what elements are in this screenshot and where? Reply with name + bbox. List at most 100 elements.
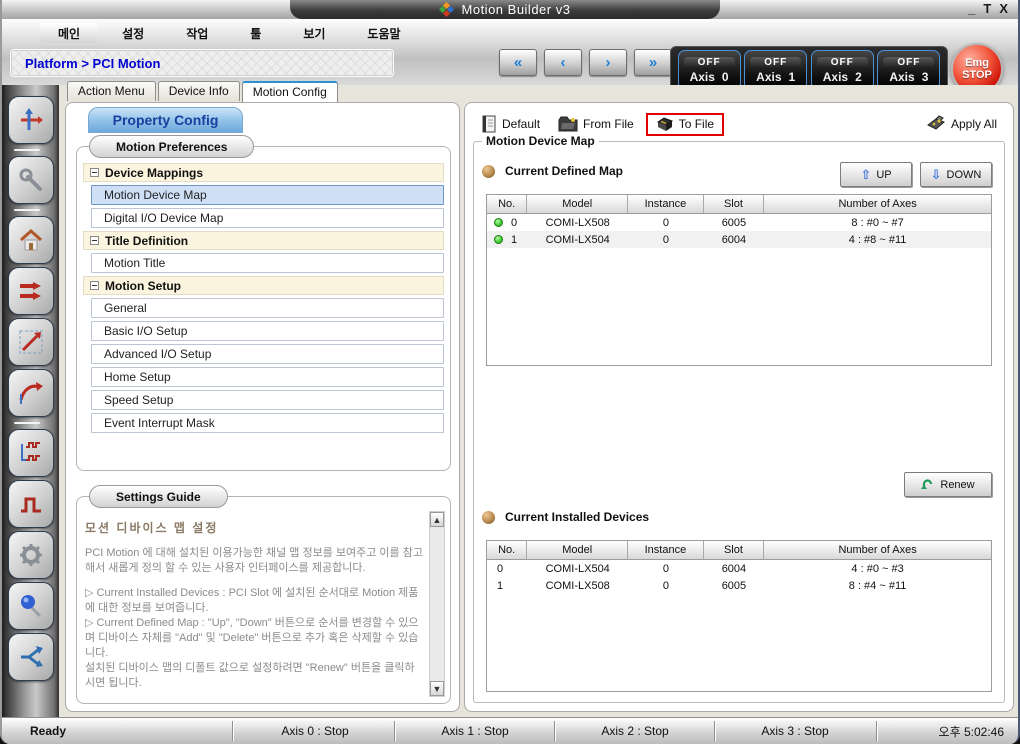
table-row[interactable]: 1 COMI-LX504 0 6004 4 : #8 ~ #11	[487, 231, 991, 248]
col-axes: Number of Axes	[764, 541, 991, 559]
tree-group-title-definition[interactable]: Title Definition	[83, 231, 444, 250]
sidebar-tab-axis-setup[interactable]	[8, 96, 54, 144]
motion-preferences-pill: Motion Preferences	[89, 135, 254, 158]
tray-button[interactable]: T	[983, 1, 991, 16]
up-arrow-icon: ⇧	[860, 167, 871, 183]
sidebar-separator	[14, 209, 40, 211]
col-axes: Number of Axes	[764, 195, 991, 213]
collapse-icon[interactable]	[90, 168, 99, 177]
axis-0-servo-button[interactable]: OFF Axis0	[678, 50, 741, 90]
sidebar-tab-linear-move[interactable]	[8, 318, 54, 366]
emg-line1: Emg	[965, 57, 989, 69]
up-label: UP	[876, 169, 891, 181]
tree-item-general[interactable]: General	[91, 298, 444, 318]
col-slot: Slot	[704, 195, 764, 213]
tree-item-speed-setup[interactable]: Speed Setup	[91, 390, 444, 410]
tab-motion-config[interactable]: Motion Config	[242, 81, 338, 102]
status-clock: 오후 5:02:46	[880, 718, 1018, 744]
table-row[interactable]: 1 COMI-LX508 0 6005 8 : #4 ~ #11	[487, 577, 991, 594]
title-capsule: Motion Builder v3	[290, 0, 720, 19]
tab-action-menu[interactable]: Action Menu	[67, 81, 156, 101]
table-row[interactable]: 0 COMI-LX504 0 6004 4 : #0 ~ #3	[487, 560, 991, 577]
defined-map-header: Current Defined Map	[482, 164, 623, 178]
axis-3-label: Axis3	[889, 70, 928, 84]
updown-buttons: ⇧ UP ⇩ DOWN	[840, 162, 992, 187]
from-file-button[interactable]: From File	[552, 114, 640, 134]
tree-item-advanced-io-setup[interactable]: Advanced I/O Setup	[91, 344, 444, 364]
jog-move-icon	[18, 278, 44, 304]
axis-3-servo-button[interactable]: OFF Axis3	[877, 50, 940, 90]
property-config-panel: Property Config Motion Preferences Devic…	[65, 102, 460, 712]
sidebar-tab-gear[interactable]	[8, 531, 54, 579]
trace-ball-icon	[18, 593, 44, 619]
scroll-down-icon[interactable]: ▼	[430, 681, 444, 696]
sidebar-tab-home[interactable]	[8, 216, 54, 264]
settings-guide-text: 모션 디바이스 맵 설정 PCI Motion 에 대해 설치된 이용가능한 채…	[83, 511, 426, 697]
tree-item-digital-io-device-map[interactable]: Digital I/O Device Map	[91, 208, 444, 228]
sidebar-tab-tool-config[interactable]	[8, 156, 54, 204]
title-bar: Motion Builder v3 _ T X	[2, 0, 1018, 19]
col-model: Model	[527, 195, 628, 213]
tree-item-event-interrupt-mask[interactable]: Event Interrupt Mask	[91, 413, 444, 433]
menu-bar: 메인 설정 작업 툴 보기 도움말	[40, 23, 640, 43]
tree-item-motion-title[interactable]: Motion Title	[91, 253, 444, 273]
menu-help[interactable]: 도움말	[349, 23, 418, 43]
tree-item-motion-device-map[interactable]: Motion Device Map	[91, 185, 444, 205]
tree-group-label: Title Definition	[105, 234, 188, 248]
axis-3-state: OFF	[883, 57, 934, 69]
col-instance: Instance	[628, 195, 704, 213]
sidebar-tab-trace-ball[interactable]	[8, 582, 54, 630]
status-divider	[876, 721, 878, 742]
scroll-up-icon[interactable]: ▲	[430, 512, 444, 527]
down-button[interactable]: ⇩ DOWN	[920, 162, 992, 187]
apply-all-button[interactable]: Apply All	[920, 113, 1003, 135]
bullet-sphere-icon	[482, 165, 495, 178]
to-file-save-icon	[656, 117, 674, 132]
main-area: Action Menu Device Info Motion Config Pr…	[59, 85, 1020, 717]
tab-device-info[interactable]: Device Info	[158, 81, 240, 101]
defined-map-table[interactable]: No. Model Instance Slot Number of Axes 0…	[486, 194, 992, 366]
tree-item-home-setup[interactable]: Home Setup	[91, 367, 444, 387]
sidebar-tab-io-pulse[interactable]	[8, 429, 54, 477]
guide-paragraph: 설치된 디바이스 맵의 디폴트 값으로 설정하려면 "Renew" 버튼을 클릭…	[85, 661, 424, 691]
installed-devices-table[interactable]: No. Model Instance Slot Number of Axes 0…	[486, 540, 992, 692]
status-green-icon	[494, 218, 503, 227]
menu-tools[interactable]: 툴	[232, 23, 279, 43]
menu-main[interactable]: 메인	[40, 23, 98, 43]
menu-settings[interactable]: 설정	[104, 23, 162, 43]
sidebar-tab-arc-move[interactable]	[8, 369, 54, 417]
renew-button[interactable]: Renew	[904, 472, 992, 497]
menu-view[interactable]: 보기	[285, 23, 343, 43]
menu-work[interactable]: 작업	[168, 23, 226, 43]
minimize-button[interactable]: _	[968, 1, 975, 16]
default-button[interactable]: Default	[475, 113, 546, 135]
nav-last-button[interactable]: »	[634, 49, 672, 76]
from-file-folder-icon	[558, 116, 578, 132]
property-config-title: Property Config	[113, 112, 219, 128]
guide-scrollbar[interactable]: ▲ ▼	[429, 511, 445, 697]
up-button[interactable]: ⇧ UP	[840, 162, 912, 187]
sidebar-tab-jog-move[interactable]	[8, 267, 54, 315]
to-file-button[interactable]: To File	[646, 113, 724, 136]
close-button[interactable]: X	[999, 1, 1008, 16]
tree-item-basic-io-setup[interactable]: Basic I/O Setup	[91, 321, 444, 341]
axis-2-servo-button[interactable]: OFF Axis2	[811, 50, 874, 90]
home-icon	[18, 227, 44, 253]
sidebar-tab-branch-io[interactable]	[8, 633, 54, 681]
table-row[interactable]: 0 COMI-LX508 0 6005 8 : #0 ~ #7	[487, 214, 991, 231]
tree-group-device-mappings[interactable]: Device Mappings	[83, 163, 444, 182]
emg-line2: STOP	[962, 69, 992, 81]
status-divider	[232, 721, 234, 742]
collapse-icon[interactable]	[90, 281, 99, 290]
sidebar-tab-pulse-signal[interactable]	[8, 480, 54, 528]
nav-first-button[interactable]: «	[499, 49, 537, 76]
status-axis-3: Axis 3 : Stop	[716, 718, 874, 744]
tree-group-motion-setup[interactable]: Motion Setup	[83, 276, 444, 295]
nav-next-button[interactable]: ›	[589, 49, 627, 76]
col-model: Model	[527, 541, 628, 559]
down-label: DOWN	[947, 169, 982, 181]
collapse-icon[interactable]	[90, 236, 99, 245]
tool-config-icon	[18, 167, 44, 193]
axis-1-servo-button[interactable]: OFF Axis1	[744, 50, 807, 90]
nav-prev-button[interactable]: ‹	[544, 49, 582, 76]
